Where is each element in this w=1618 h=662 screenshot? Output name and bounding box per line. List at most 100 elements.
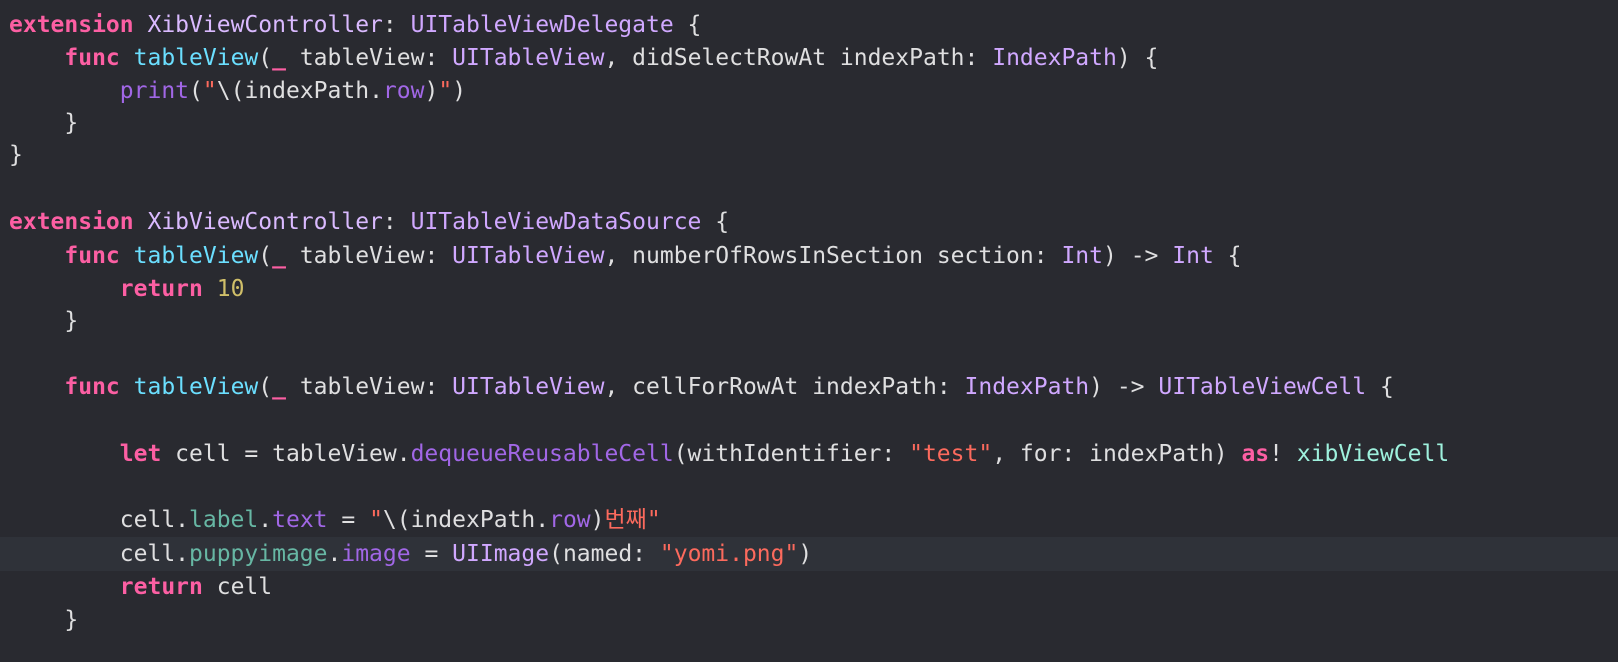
code-line[interactable]: } <box>0 138 1618 172</box>
code-token: \(indexPath. <box>216 78 383 104</box>
code-line[interactable]: func tableView(_ tableView: UITableView,… <box>0 239 1618 273</box>
code-line[interactable]: return 10 <box>0 272 1618 306</box>
code-token: = <box>410 541 453 567</box>
code-token: ) <box>798 541 813 567</box>
code-token: } <box>9 308 79 334</box>
code-line[interactable]: extension XibViewController: UITableView… <box>0 205 1618 239</box>
code-token: tableView: <box>285 45 453 71</box>
code-token: ( <box>258 45 273 71</box>
code-token: IndexPath <box>964 374 1090 400</box>
code-token: . <box>258 507 273 533</box>
code-token: { <box>701 209 730 235</box>
code-token: let <box>119 441 162 467</box>
code-token: tableView: <box>285 374 453 400</box>
code-line[interactable]: func tableView(_ tableView: UITableView,… <box>0 41 1618 75</box>
code-editor[interactable]: extension XibViewController: UITableView… <box>0 0 1618 662</box>
code-token: 10 <box>216 276 245 302</box>
code-token: label <box>189 507 259 533</box>
code-line[interactable]: extension XibViewController: UITableView… <box>0 8 1618 42</box>
code-token: : <box>382 209 411 235</box>
code-token: " <box>202 78 217 104</box>
code-token: _ <box>272 374 286 400</box>
code-line[interactable] <box>0 404 1618 438</box>
code-token: ) { <box>1116 45 1159 71</box>
code-token: \(indexPath. <box>382 507 550 533</box>
code-token: as <box>1241 441 1270 467</box>
code-token: xibViewCell <box>1296 441 1450 467</box>
code-token: cell = tableView. <box>161 441 411 467</box>
code-token: Int <box>1061 243 1103 269</box>
code-token: ( <box>258 374 273 400</box>
code-token: func <box>64 45 120 71</box>
code-token: tableView <box>133 243 259 269</box>
code-token: ( <box>189 78 203 104</box>
code-token: (named: <box>549 541 660 567</box>
code-token: UITableView <box>452 374 605 400</box>
code-token: text <box>272 507 328 533</box>
code-token: tableView: <box>285 243 453 269</box>
code-token: } <box>9 110 79 136</box>
code-token: ) -> <box>1103 243 1173 269</box>
code-token: _ <box>272 45 286 71</box>
code-line[interactable]: } <box>0 106 1618 140</box>
code-line[interactable]: } <box>0 603 1618 637</box>
code-token: , cellForRowAt indexPath: <box>604 374 965 400</box>
code-token: ) <box>452 78 467 104</box>
code-token: . <box>327 541 342 567</box>
code-token: ! <box>1269 441 1297 467</box>
code-token: { <box>1366 374 1394 400</box>
code-token: = <box>327 507 370 533</box>
code-token: , didSelectRowAt indexPath: <box>604 45 993 71</box>
code-line[interactable]: print("\(indexPath.row)") <box>0 74 1618 108</box>
code-token: row <box>382 78 425 104</box>
code-line[interactable]: } <box>0 304 1618 338</box>
code-line[interactable]: return cell <box>0 570 1618 604</box>
code-line[interactable] <box>0 172 1618 206</box>
code-token: "test" <box>909 441 993 467</box>
code-token: UITableView <box>452 243 605 269</box>
code-token: Int <box>1172 243 1214 269</box>
code-token: } <box>9 142 23 168</box>
code-line[interactable] <box>0 470 1618 504</box>
code-token: cell. <box>9 541 190 567</box>
code-token: return <box>119 276 203 302</box>
code-token: ) -> <box>1089 374 1159 400</box>
code-token: func <box>64 243 120 269</box>
code-token: , numberOfRowsInSection section: <box>604 243 1062 269</box>
code-token: IndexPath <box>992 45 1117 71</box>
code-token: ( <box>258 243 273 269</box>
code-token: XibViewController <box>147 12 383 38</box>
code-line[interactable] <box>0 338 1618 372</box>
code-token: , for: indexPath) <box>992 441 1242 467</box>
code-token: XibViewController <box>147 209 383 235</box>
code-token: row <box>549 507 591 533</box>
code-token: " <box>369 507 383 533</box>
code-token: UITableViewCell <box>1158 374 1367 400</box>
code-line[interactable]: func tableView(_ tableView: UITableView,… <box>0 370 1618 404</box>
code-token: "yomi.png" <box>659 541 799 567</box>
code-token: : <box>382 12 411 38</box>
code-line[interactable]: let cell = tableView.dequeueReusableCell… <box>0 437 1618 471</box>
code-token: extension <box>9 12 134 38</box>
code-token: UIImage <box>452 541 550 567</box>
code-token: cell <box>202 574 273 600</box>
code-token: _ <box>272 243 286 269</box>
code-token: UITableView <box>452 45 605 71</box>
code-token: { <box>673 12 702 38</box>
code-token: UITableViewDataSource <box>410 209 702 235</box>
code-token: 번째" <box>604 507 661 533</box>
code-line[interactable]: cell.label.text = "\(indexPath.row)번째" <box>0 503 1618 537</box>
code-token: print <box>119 78 190 104</box>
code-token: return <box>119 574 203 600</box>
code-line-current[interactable]: cell.puppyimage.image = UIImage(named: "… <box>0 537 1618 571</box>
code-token: puppyimage <box>189 541 328 567</box>
